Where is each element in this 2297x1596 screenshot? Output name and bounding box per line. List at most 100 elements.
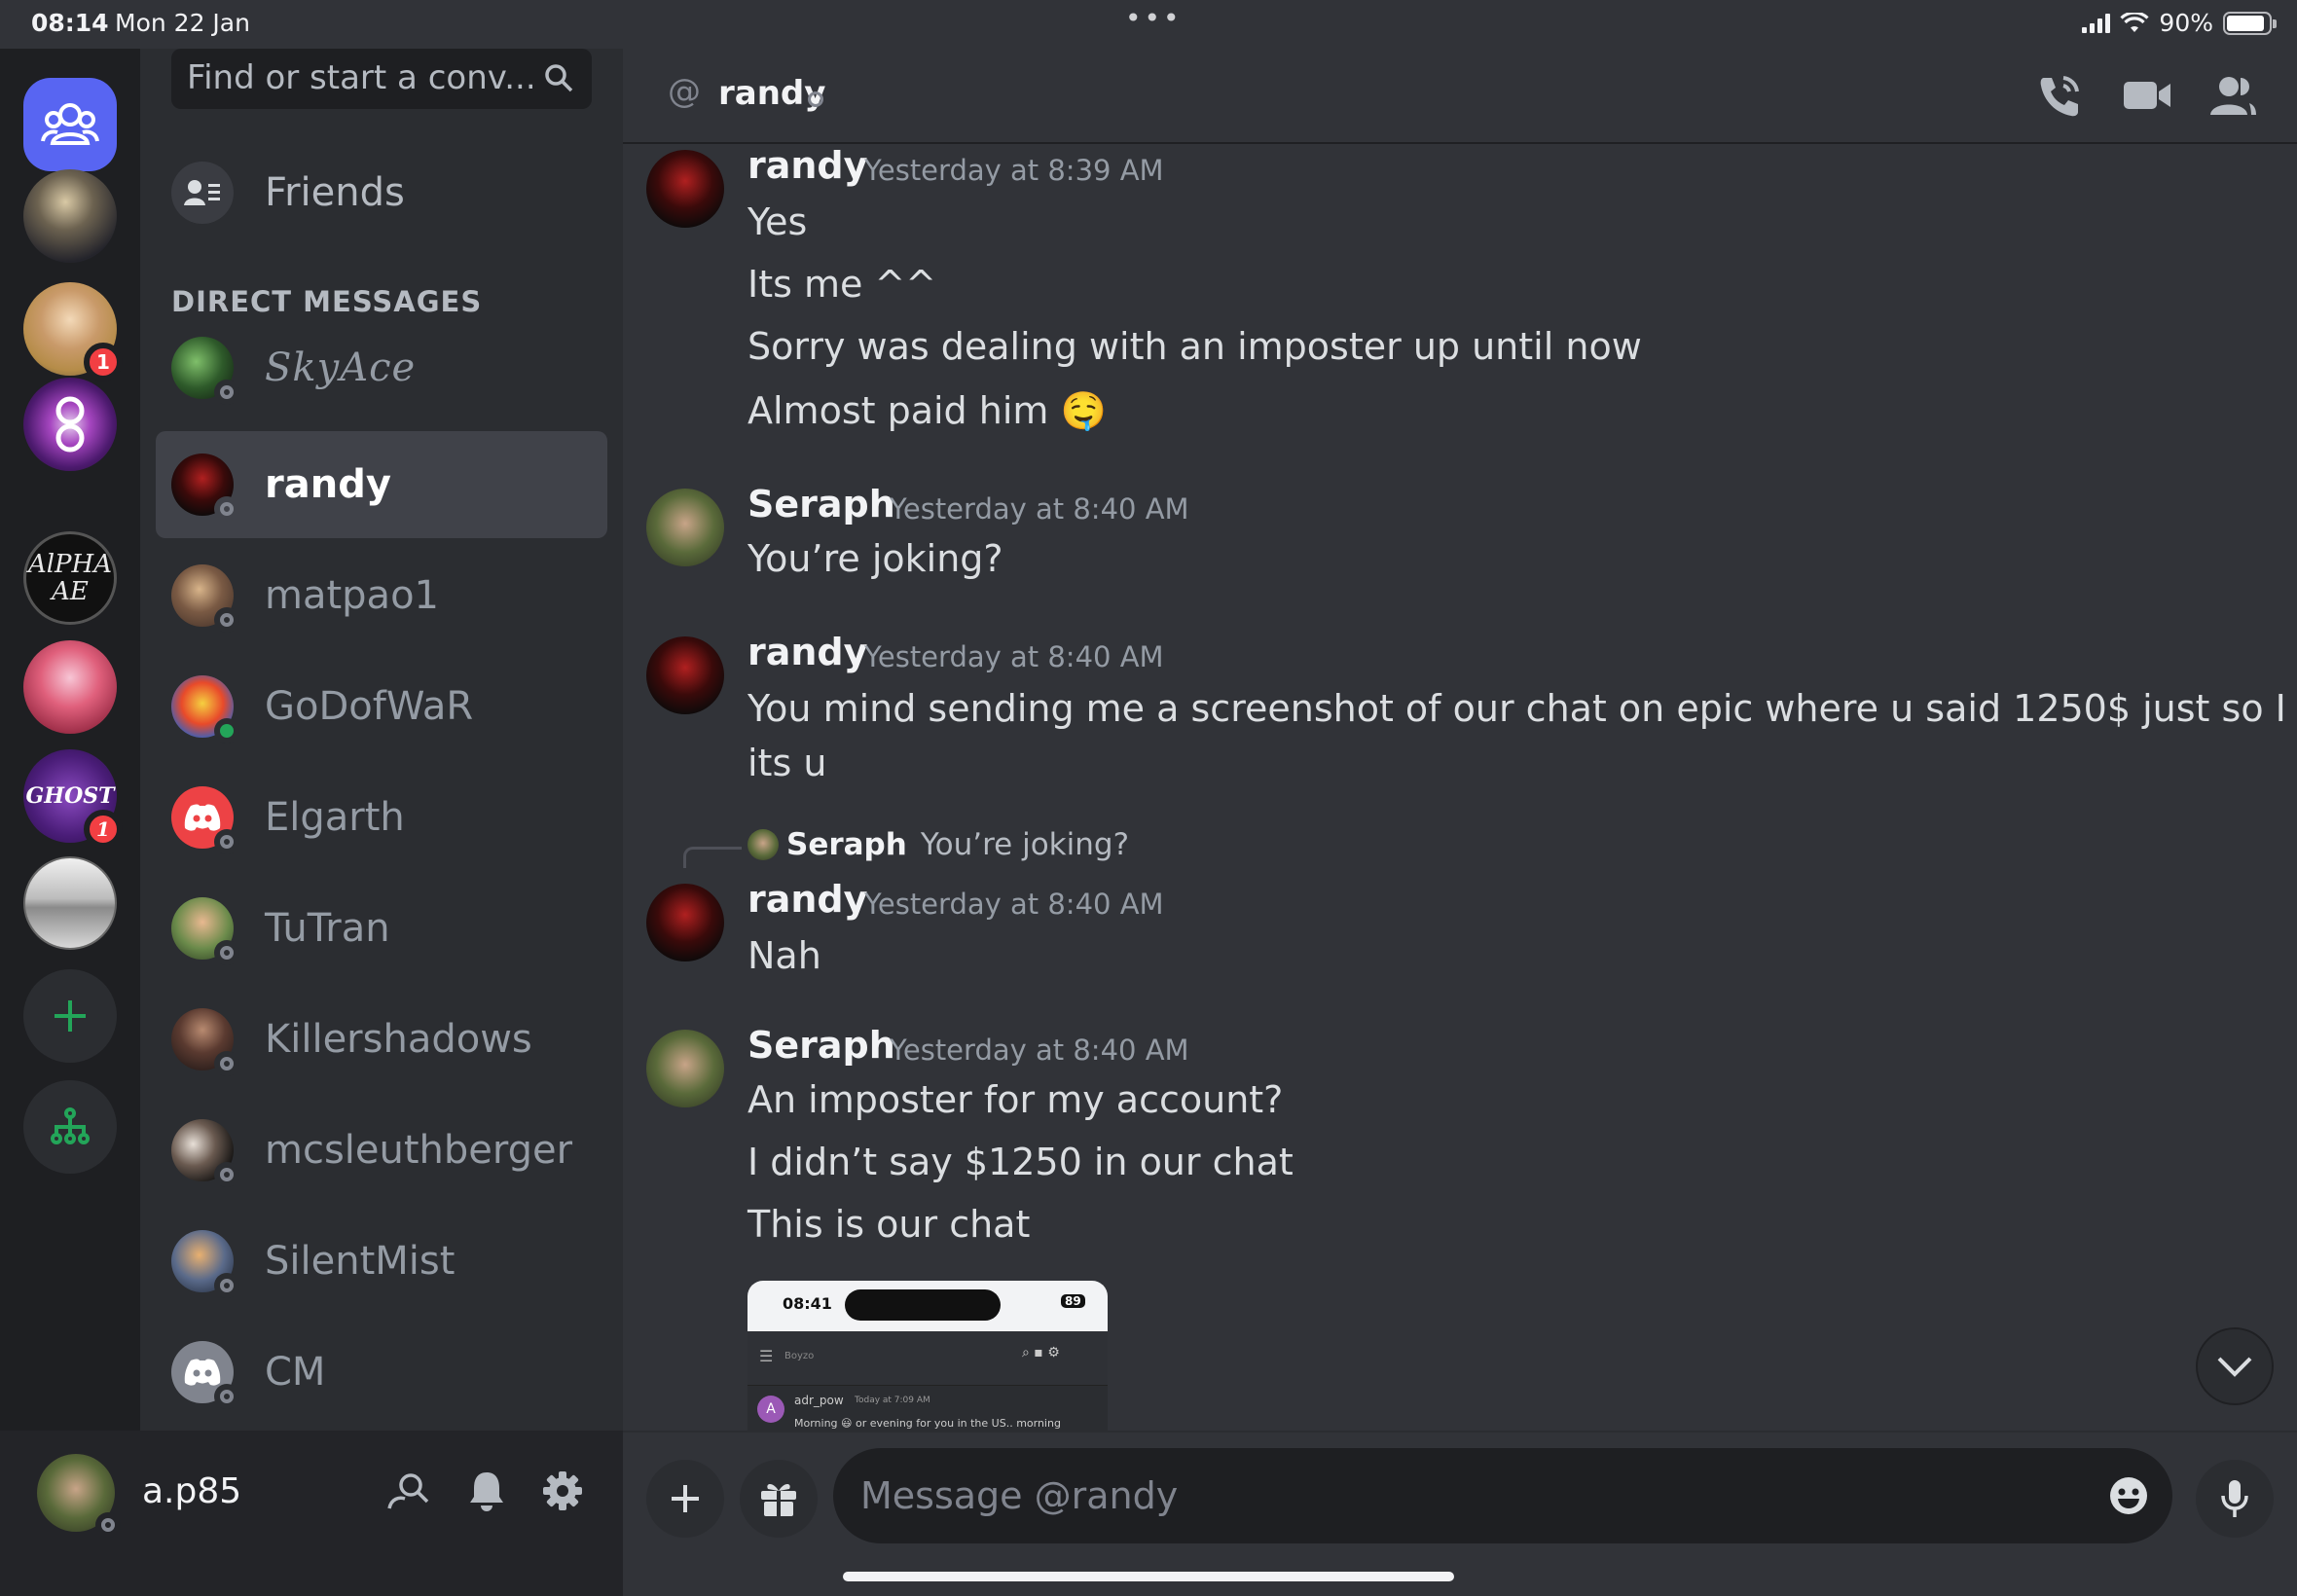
add-attachment-button[interactable]	[646, 1460, 724, 1538]
attachment-timestamp: Today at 7:09 AM	[855, 1396, 930, 1405]
reply-reference[interactable]: Seraph You’re joking?	[747, 827, 1129, 862]
find-friends-button[interactable]	[385, 1468, 432, 1514]
hamburger-icon: ☰	[759, 1347, 774, 1365]
message-author[interactable]: randy	[747, 878, 867, 921]
settings-button[interactable]	[539, 1468, 586, 1514]
status-time: 08:14	[31, 9, 109, 37]
author-avatar[interactable]	[646, 636, 724, 714]
message-text: Nah	[747, 934, 821, 977]
battery-percent: 90%	[2159, 9, 2213, 37]
chevron-down-icon	[2217, 1357, 2252, 1377]
message-timestamp: Yesterday at 8:40 AM	[890, 492, 1189, 526]
notifications-button[interactable]	[463, 1468, 510, 1514]
server-icon-6[interactable]: GHOST 1	[23, 749, 123, 849]
message-text: You mind sending me a screenshot of our …	[747, 687, 2297, 730]
server-rail: 1 AlPHA AE GHOST 1	[0, 49, 140, 1431]
mention-badge: 1	[84, 343, 123, 381]
dm-name: randy	[265, 462, 391, 507]
dynamic-island	[845, 1289, 1001, 1321]
jump-to-present-button[interactable]	[2196, 1327, 2274, 1405]
message-timestamp: Yesterday at 8:40 AM	[864, 888, 1164, 921]
message-author[interactable]: randy	[747, 144, 867, 187]
message-author[interactable]: Seraph	[747, 1024, 895, 1067]
avatar	[171, 453, 239, 522]
server-icon-2[interactable]: 1	[23, 282, 123, 381]
status-offline-icon	[808, 91, 823, 107]
dm-item-godofwar[interactable]: GoDofWaR	[156, 653, 607, 760]
server-icon-5[interactable]	[23, 640, 117, 734]
video-call-icon[interactable]	[2122, 72, 2172, 119]
image-attachment[interactable]: 08:41 89 ☰ Boyzo ⌕ ▪ ⚙ A adr_pow Today a…	[747, 1281, 1108, 1431]
author-avatar[interactable]	[646, 884, 724, 961]
dm-item-matpao1[interactable]: matpao1	[156, 542, 607, 649]
friends-label: Friends	[265, 170, 405, 215]
author-avatar[interactable]	[646, 150, 724, 228]
dm-name: GoDofWaR	[265, 684, 474, 729]
dm-name: mcsleuthberger	[265, 1128, 573, 1173]
message-text: I didn’t say $1250 in our chat	[747, 1141, 1294, 1183]
attachment-toolbar-icons: ⌕ ▪ ⚙	[1022, 1345, 1060, 1360]
avatar	[171, 564, 239, 633]
message-text: You’re joking?	[747, 537, 1003, 580]
attachment-avatar: A	[757, 1396, 784, 1423]
dm-name: SilentMist	[265, 1239, 456, 1284]
message-author[interactable]: randy	[747, 631, 867, 673]
server-icon-4[interactable]: AlPHA AE	[23, 531, 117, 625]
author-avatar[interactable]	[646, 1030, 724, 1107]
dm-item-mcsleuthberger[interactable]: mcsleuthberger	[156, 1097, 607, 1204]
server-icon-7[interactable]	[23, 856, 117, 950]
dm-item-killershadows[interactable]: Killershadows	[156, 986, 607, 1093]
emoji-icon[interactable]	[2108, 1475, 2149, 1516]
attachment-statusbar: 08:41 89	[747, 1281, 1108, 1331]
home-indicator[interactable]	[843, 1572, 1454, 1581]
dm-item-elgarth[interactable]: Elgarth	[156, 764, 607, 871]
status-bar: 08:14 Mon 22 Jan ••• 90%	[0, 0, 2297, 49]
friends-nav-item[interactable]: Friends	[156, 149, 607, 236]
message-input[interactable]	[860, 1469, 2048, 1522]
server-logo-text: GHOST	[25, 783, 115, 809]
discord-logo-icon	[184, 1359, 221, 1386]
bell-icon	[470, 1472, 503, 1511]
multitasking-dots[interactable]: •••	[1125, 2, 1183, 34]
gift-button[interactable]	[740, 1460, 818, 1538]
username: a.p85	[142, 1471, 242, 1511]
attachment-toolbar: ☰ Boyzo ⌕ ▪ ⚙	[747, 1331, 1108, 1386]
dm-name: Elgarth	[265, 795, 405, 840]
dm-item-randy[interactable]: randy	[156, 431, 607, 538]
dm-item-silentmist[interactable]: SilentMist	[156, 1208, 607, 1315]
attachment-text: Morning 😃 or evening for you in the US..…	[794, 1417, 1061, 1430]
mention-badge: 1	[84, 810, 123, 849]
hub-icon	[51, 1107, 90, 1144]
avatar	[171, 786, 239, 854]
avatar	[171, 1230, 239, 1298]
dm-item-tutran[interactable]: TuTran	[156, 875, 607, 982]
discord-logo-icon	[184, 804, 221, 831]
reply-author: Seraph	[786, 827, 907, 862]
direct-messages-button[interactable]	[23, 78, 117, 171]
message-author[interactable]: Seraph	[747, 483, 895, 526]
dm-item-skyace[interactable]: SkyAce	[156, 314, 607, 421]
member-list-icon[interactable]	[2207, 72, 2258, 119]
voice-message-button[interactable]	[2196, 1460, 2274, 1538]
message-text: An imposter for my account?	[747, 1078, 1284, 1121]
reply-text: You’re joking?	[920, 827, 1130, 862]
gear-icon	[543, 1471, 582, 1510]
add-server-button[interactable]	[23, 969, 117, 1063]
voice-call-icon[interactable]	[2034, 72, 2085, 119]
server-icon-3[interactable]	[23, 378, 117, 471]
message-timestamp: Yesterday at 8:40 AM	[890, 1034, 1189, 1067]
wifi-icon	[2120, 12, 2150, 32]
dm-home-icon	[41, 103, 99, 145]
dm-name: matpao1	[265, 573, 439, 618]
message-text: Almost paid him 🤤	[747, 389, 1107, 432]
user-avatar[interactable]	[37, 1454, 121, 1538]
plus-icon	[55, 1000, 86, 1032]
author-avatar[interactable]	[646, 489, 724, 566]
message-timestamp: Yesterday at 8:40 AM	[864, 640, 1164, 673]
dm-item-cm[interactable]: CM	[156, 1319, 607, 1426]
server-icon-1[interactable]	[23, 169, 117, 263]
search-conversations-input[interactable]: Find or start a conv...	[171, 49, 592, 109]
explore-servers-button[interactable]	[23, 1080, 117, 1174]
message-text: its u	[747, 742, 827, 784]
status-date: Mon 22 Jan	[115, 9, 250, 37]
